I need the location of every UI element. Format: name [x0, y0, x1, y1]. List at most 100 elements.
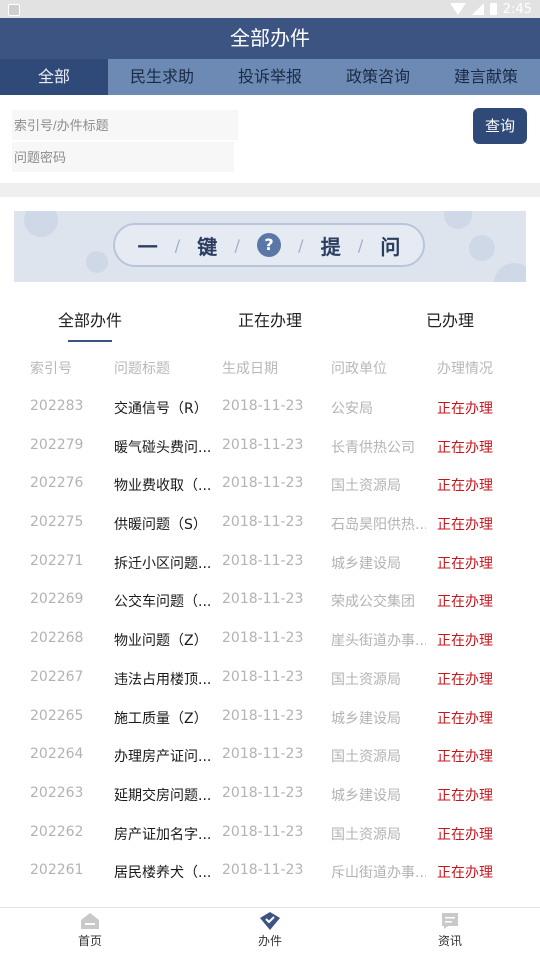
- nav-cases-label: 办件: [257, 934, 282, 948]
- cell-date: 2018-11-23: [222, 784, 304, 801]
- cell-index: 202275: [30, 514, 84, 531]
- password-input[interactable]: [12, 142, 234, 172]
- index-search-input[interactable]: [12, 110, 238, 140]
- nav-news-label: 资讯: [437, 934, 462, 948]
- table-row[interactable]: 202271 拆迁小区问题... 2018-11-23 城乡建设局 正在办理: [0, 543, 540, 582]
- banner-char: 键: [197, 234, 218, 259]
- cell-index: 202262: [30, 823, 84, 840]
- header-date: 生成日期: [222, 361, 278, 377]
- banner-separator: /: [357, 235, 364, 255]
- cell-unit: 斥山街道办事...: [331, 865, 426, 882]
- cell-status: 正在办理: [437, 517, 493, 534]
- table-row[interactable]: 202263 延期交房问题... 2018-11-23 城乡建设局 正在办理: [0, 775, 540, 814]
- table-row[interactable]: 202264 办理房产证问... 2018-11-23 国土资源局 正在办理: [0, 736, 540, 775]
- banner-bubble: [469, 235, 495, 261]
- cell-index: 202269: [30, 591, 84, 608]
- tab-help[interactable]: 民生求助: [108, 59, 216, 95]
- tab-complaint[interactable]: 投诉举报: [216, 59, 324, 95]
- cell-index: 202264: [30, 746, 84, 763]
- notification-icon: [8, 4, 20, 16]
- table-row[interactable]: 202261 居民楼养犬（... 2018-11-23 斥山街道办事... 正在办理: [0, 852, 540, 891]
- cell-date: 2018-11-23: [222, 514, 304, 531]
- case-list: 202283 交通信号（R） 2018-11-23 公安局 正在办理 202279 暖气碰…: [0, 388, 540, 891]
- nav-cases[interactable]: 办件: [230, 912, 310, 949]
- banner-char: 问: [380, 234, 401, 259]
- cell-unit: 城乡建设局: [331, 787, 401, 804]
- table-row[interactable]: 202267 违法占用楼顶... 2018-11-23 国土资源局 正在办理: [0, 659, 540, 698]
- page-title: 全部办件: [0, 18, 540, 59]
- table-row[interactable]: 202262 房产证加名字... 2018-11-23 国土资源局 正在办理: [0, 814, 540, 853]
- cell-title: 暖气碰头费问...: [114, 439, 212, 456]
- cell-index: 202283: [30, 398, 84, 414]
- table-row[interactable]: 202279 暖气碰头费问... 2018-11-23 长青供热公司 正在办理: [0, 427, 540, 466]
- banner-bubble: [494, 263, 526, 282]
- cell-unit: 国土资源局: [331, 478, 401, 495]
- cell-date: 2018-11-23: [222, 591, 304, 608]
- subtab-done[interactable]: 已办理: [405, 300, 495, 346]
- cell-status: 正在办理: [437, 439, 493, 456]
- table-row[interactable]: 202268 物业问题（Z） 2018-11-23 崖头街道办事... 正在办理: [0, 620, 540, 659]
- cell-title: 拆迁小区问题...: [114, 555, 212, 572]
- cell-status: 正在办理: [437, 671, 493, 688]
- banner-separator: /: [298, 235, 304, 255]
- header-unit: 问政单位: [331, 361, 387, 377]
- bottom-nav: 首页 办件 资讯: [0, 907, 540, 956]
- tab-policy[interactable]: 政策咨询: [324, 59, 432, 95]
- banner-char: 一: [137, 234, 158, 259]
- cell-title: 办理房产证问...: [114, 749, 212, 766]
- cell-status: 正在办理: [437, 826, 493, 843]
- quick-ask-pill[interactable]: 一 / 键 / ? / 提 / 问: [113, 223, 425, 267]
- cell-unit: 国土资源局: [331, 671, 401, 688]
- question-icon: ?: [256, 233, 281, 257]
- cell-date: 2018-11-23: [222, 823, 304, 840]
- cell-index: 202263: [30, 784, 84, 801]
- home-icon: [81, 913, 99, 929]
- header-index: 索引号: [30, 361, 72, 377]
- cell-index: 202268: [30, 630, 84, 647]
- cell-title: 施工质量（Z）: [114, 710, 208, 727]
- tab-all[interactable]: 全部: [0, 59, 108, 95]
- banner-separator: /: [174, 235, 181, 255]
- table-row[interactable]: 202275 供暖问题（S） 2018-11-23 石岛昊阳供热... 正在办理: [0, 504, 540, 543]
- cell-index: 202271: [30, 552, 84, 569]
- cell-title: 延期交房问题...: [114, 787, 212, 804]
- cell-date: 2018-11-23: [222, 746, 304, 763]
- cell-status: 正在办理: [437, 749, 493, 766]
- table-row[interactable]: 202269 公交车问题（... 2018-11-23 荣成公交集团 正在办理: [0, 581, 540, 620]
- subtab-processing[interactable]: 正在办理: [220, 300, 320, 346]
- cell-status: 正在办理: [437, 865, 493, 882]
- cell-date: 2018-11-23: [222, 436, 304, 453]
- header-title: 问题标题: [114, 361, 170, 377]
- tab-suggestion[interactable]: 建言献策: [432, 59, 540, 95]
- status-bar: 2:45: [0, 0, 540, 18]
- banner-separator: /: [234, 235, 240, 255]
- table-row[interactable]: 202265 施工质量（Z） 2018-11-23 城乡建设局 正在办理: [0, 698, 540, 737]
- table-row[interactable]: 202276 物业费收取（... 2018-11-23 国土资源局 正在办理: [0, 465, 540, 504]
- status-tabs: 全部办件 正在办理 已办理: [0, 300, 540, 346]
- quick-ask-banner[interactable]: 一 / 键 / ? / 提 / 问: [14, 211, 526, 282]
- signal-icon: [471, 3, 484, 15]
- nav-news[interactable]: 资讯: [410, 912, 490, 949]
- cases-icon: [260, 912, 280, 930]
- cell-status: 正在办理: [437, 594, 493, 611]
- news-icon: [442, 913, 458, 929]
- cell-status: 正在办理: [437, 633, 493, 650]
- status-time: 2:45: [502, 1, 532, 17]
- cell-date: 2018-11-23: [222, 707, 304, 724]
- cell-status: 正在办理: [437, 710, 493, 727]
- wifi-icon: [449, 3, 466, 15]
- cell-unit: 崖头街道办事...: [331, 633, 426, 650]
- section-divider: [0, 183, 540, 197]
- cell-unit: 石岛昊阳供热...: [331, 517, 426, 534]
- cell-unit: 城乡建设局: [331, 555, 401, 572]
- cell-unit: 国土资源局: [331, 749, 401, 766]
- category-tabs: 全部 民生求助 投诉举报 政策咨询 建言献策: [0, 59, 540, 95]
- banner-bubble: [86, 251, 108, 273]
- query-button[interactable]: 查询: [473, 108, 527, 144]
- nav-home[interactable]: 首页: [50, 912, 130, 949]
- nav-home-label: 首页: [77, 934, 102, 948]
- cell-index: 202261: [30, 862, 84, 879]
- cell-title: 居民楼养犬（...: [114, 865, 212, 882]
- cell-unit: 城乡建设局: [331, 710, 401, 727]
- table-row[interactable]: 202283 交通信号（R） 2018-11-23 公安局 正在办理: [0, 388, 540, 427]
